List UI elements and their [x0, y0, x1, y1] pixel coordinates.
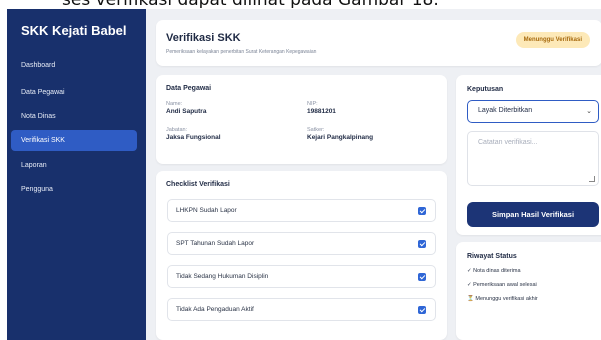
catatan-placeholder: Catatan verifikasi... [478, 139, 538, 146]
data-pegawai-title: Data Pegawai [166, 85, 212, 92]
checkbox-checked-icon[interactable] [418, 207, 426, 215]
sidebar-item-data-pegawai[interactable]: Data Pegawai [11, 82, 137, 103]
nip-value: 19881201 [307, 108, 336, 115]
checkbox-checked-icon[interactable] [418, 306, 426, 314]
riwayat-title: Riwayat Status [467, 253, 517, 260]
page-subtitle: Pemeriksaan kelayakan penerbitan Surat K… [166, 49, 317, 55]
data-pegawai-card: Data Pegawai Name: Andi Saputra NIP: 198… [156, 75, 447, 164]
document-caption: ses verifikasi dapat dilihat pada Gambar… [0, 0, 601, 8]
chevron-down-icon: ⌄ [586, 108, 592, 115]
jabatan-label: Jabatan: [166, 127, 188, 133]
caption-text: ses verifikasi dapat dilihat pada Gambar… [62, 0, 439, 8]
satker-label: Satker: [307, 127, 325, 133]
checklist-card: Checklist Verifikasi LHKPN Sudah Lapor S… [156, 171, 447, 340]
name-value: Andi Saputra [166, 108, 207, 115]
checklist-item[interactable]: SPT Tahunan Sudah Lapor [167, 232, 436, 255]
jabatan-value: Jaksa Fungsional [166, 134, 221, 141]
checklist-item-label: Tidak Sedang Hukuman Disiplin [176, 273, 269, 280]
app-brand: SKK Kejati Babel [21, 23, 127, 38]
sidebar-item-laporan[interactable]: Laporan [11, 155, 137, 176]
page-title: Verifikasi SKK [166, 32, 241, 44]
riwayat-entry: ✓ Pemeriksaan awal selesai [467, 282, 537, 288]
checklist-item-label: Tidak Ada Pengaduan Aktif [176, 306, 254, 313]
sidebar: SKK Kejati Babel Dashboard Data Pegawai … [7, 9, 146, 340]
riwayat-entry: ⏳ Menunggu verifikasi akhir [467, 296, 538, 302]
satker-value: Kejari Pangkalpinang [307, 134, 374, 141]
checklist-item-label: LHKPN Sudah Lapor [176, 207, 237, 214]
main-content: Verifikasi SKK Pemeriksaan kelayakan pen… [146, 9, 601, 340]
checklist-item-label: SPT Tahunan Sudah Lapor [176, 240, 255, 247]
riwayat-card: Riwayat Status ✓ Nota dinas diterima ✓ P… [456, 242, 601, 340]
keputusan-title: Keputusan [467, 86, 504, 93]
catatan-textarea[interactable]: Catatan verifikasi... [467, 131, 599, 186]
riwayat-entry: ✓ Nota dinas diterima [467, 268, 521, 274]
status-badge: Menunggu Verifikasi [515, 32, 590, 48]
sidebar-item-dashboard[interactable]: Dashboard [11, 55, 137, 76]
name-label: Name: [166, 101, 183, 107]
keputusan-selected-value: Layak Diterbitkan [478, 107, 533, 114]
checklist-item[interactable]: Tidak Ada Pengaduan Aktif [167, 298, 436, 321]
checklist-title: Checklist Verifikasi [166, 181, 230, 188]
checklist-item[interactable]: LHKPN Sudah Lapor [167, 199, 436, 222]
checklist-item[interactable]: Tidak Sedang Hukuman Disiplin [167, 265, 436, 288]
keputusan-select[interactable]: Layak Diterbitkan ⌄ [467, 100, 599, 123]
sidebar-item-pengguna[interactable]: Pengguna [11, 179, 137, 200]
header-card: Verifikasi SKK Pemeriksaan kelayakan pen… [156, 20, 601, 66]
sidebar-item-verifikasi-skk[interactable]: Verifikasi SKK [11, 130, 137, 151]
sidebar-item-nota-dinas[interactable]: Nota Dinas [11, 106, 137, 127]
checkbox-checked-icon[interactable] [418, 240, 426, 248]
nip-label: NIP: [307, 101, 318, 107]
keputusan-card: Keputusan Layak Diterbitkan ⌄ Catatan ve… [456, 75, 601, 235]
simpan-hasil-verifikasi-button[interactable]: Simpan Hasil Verifikasi [467, 202, 599, 227]
checkbox-checked-icon[interactable] [418, 273, 426, 281]
resize-handle-icon[interactable] [589, 176, 595, 182]
